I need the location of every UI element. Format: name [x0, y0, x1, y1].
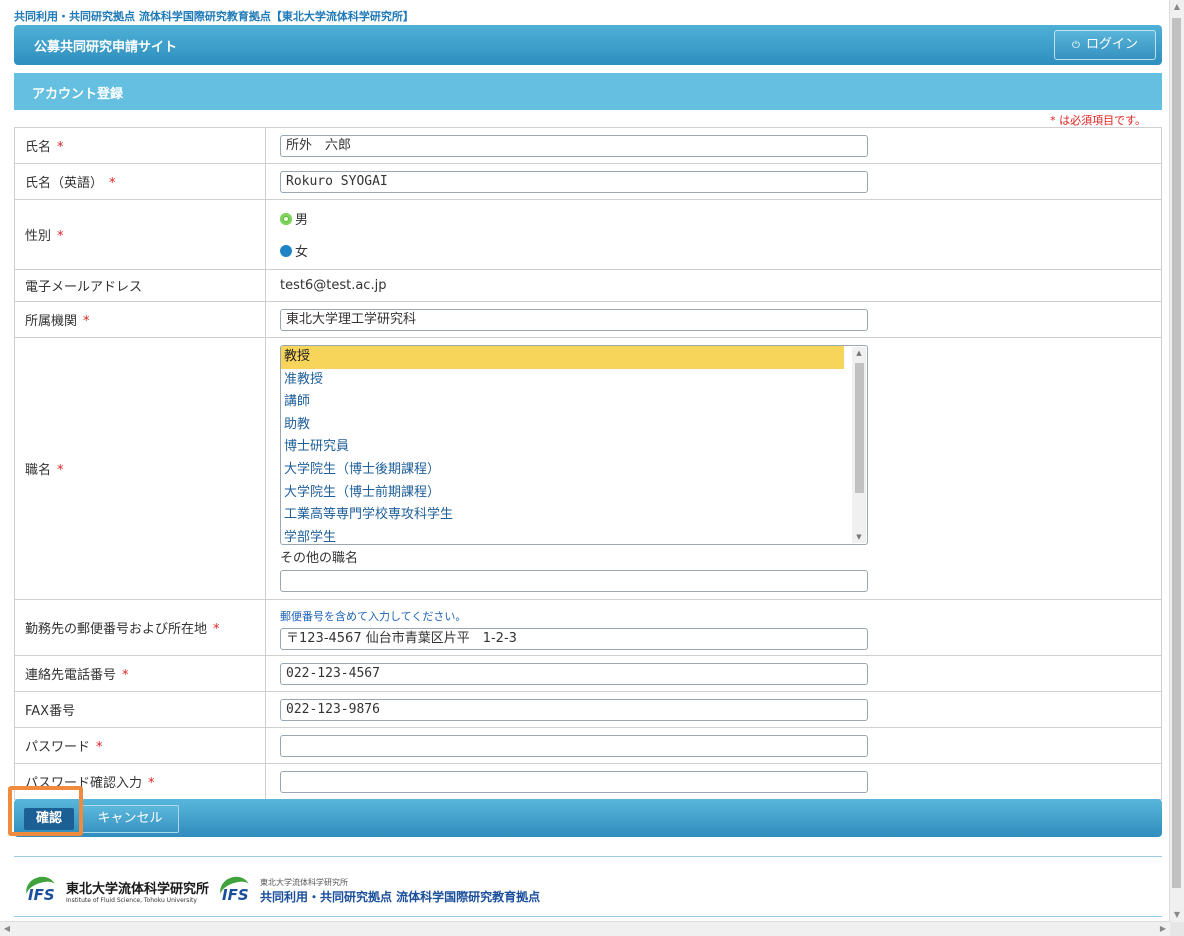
- name-input[interactable]: 所外 六郎: [280, 134, 868, 157]
- position-options: 教授 准教授 講師 助教 博士研究員 大学院生（博士後期課程） 大学院生（博士前期課程） 工業…: [281, 346, 867, 544]
- row-gender: 性別 * 男 女: [14, 199, 1162, 270]
- required-mark: *: [83, 314, 90, 329]
- scroll-down-icon[interactable]: ▼: [1170, 908, 1184, 922]
- position-option[interactable]: 助教: [281, 414, 844, 437]
- phone-label: 連絡先電話番号: [25, 668, 117, 683]
- row-position: 職名 * 教授 准教授 講師 助教 博士研究員 大学院生（博士後期課程） 大学院生（博士前期課…: [14, 337, 1162, 600]
- required-mark: *: [109, 176, 116, 191]
- position-option[interactable]: 講師: [281, 391, 844, 414]
- password-input[interactable]: [280, 734, 868, 757]
- position-option[interactable]: 教授: [281, 346, 844, 369]
- scroll-up-icon[interactable]: ▲: [852, 347, 866, 359]
- scroll-up-icon[interactable]: ▲: [1170, 0, 1184, 14]
- section-header: アカウント登録: [14, 73, 1162, 110]
- radio-female[interactable]: [280, 244, 292, 257]
- scroll-left-icon[interactable]: ◀: [0, 922, 14, 936]
- position-option[interactable]: 学部学生: [281, 527, 844, 544]
- name-en-input[interactable]: Rokuro SYOGAI: [280, 170, 868, 193]
- required-mark: *: [213, 622, 220, 637]
- joint-logo-small: 東北大学流体科学研究所: [260, 878, 348, 887]
- ifs-logo-name: 東北大学流体科学研究所: [66, 882, 210, 897]
- required-note: * は必須項目です。: [1050, 114, 1146, 127]
- row-password-confirm: パスワード確認入力 *: [14, 763, 1162, 800]
- position-option[interactable]: 大学院生（博士後期課程）: [281, 459, 844, 482]
- address-input[interactable]: 〒123-4567 仙台市青葉区片平 1-2-3: [280, 627, 868, 650]
- gender-female-label: 女: [295, 245, 309, 260]
- site-header: 公募共同研究申請サイト ⏻ ログイン: [14, 25, 1162, 65]
- required-mark: *: [148, 776, 155, 791]
- row-name-en: 氏名（英語） * Rokuro SYOGAI: [14, 163, 1162, 200]
- ifs-logo-subtitle: Institute of Fluid Science, Tohoku Unive…: [66, 897, 197, 904]
- other-position-input[interactable]: [280, 570, 868, 592]
- scroll-down-icon[interactable]: ▼: [852, 531, 866, 543]
- row-address: 勤務先の郵便番号および所在地 * 郵便番号を含めて入力してください。 〒123-4…: [14, 599, 1162, 656]
- required-mark: *: [57, 140, 64, 155]
- row-password: パスワード *: [14, 727, 1162, 764]
- required-mark: *: [57, 229, 64, 244]
- listbox-scrollbar[interactable]: ▲ ▼: [852, 347, 866, 543]
- row-affiliation: 所属機関 * 東北大学理工学研究科: [14, 301, 1162, 338]
- address-hint: 郵便番号を含めて入力してください。: [280, 609, 467, 623]
- name-label: 氏名: [25, 140, 52, 155]
- required-mark: *: [57, 463, 64, 478]
- radio-male[interactable]: [280, 212, 292, 225]
- gender-female-option[interactable]: 女: [280, 239, 1147, 263]
- confirm-highlight: [8, 786, 83, 836]
- listbox-scroll-thumb[interactable]: [855, 363, 864, 493]
- position-option[interactable]: 博士研究員: [281, 436, 844, 459]
- ifs-logo-mark: IFS: [22, 872, 62, 908]
- required-mark: *: [96, 740, 103, 755]
- password-confirm-input[interactable]: [280, 770, 868, 793]
- position-option[interactable]: 准教授: [281, 369, 844, 392]
- joint-logo-name: 共同利用・共同研究拠点 流体科学国際研究教育拠点: [260, 890, 541, 904]
- site-header-title: 公募共同研究申請サイト: [34, 40, 178, 55]
- row-fax: FAX番号 022-123-9876: [14, 691, 1162, 728]
- position-option[interactable]: 大学院生（博士前期課程）: [281, 482, 844, 505]
- section-title: アカウント登録: [32, 87, 124, 102]
- fax-label: FAX番号: [25, 704, 76, 719]
- email-label: 電子メールアドレス: [25, 280, 143, 295]
- cancel-button[interactable]: キャンセル: [81, 805, 179, 833]
- page: 共同利用・共同研究拠点 流体科学国際研究教育拠点【東北大学流体科学研究所】 公募…: [0, 0, 1171, 922]
- footer-divider: [14, 856, 1162, 857]
- other-position-label: その他の職名: [280, 551, 359, 566]
- page-vertical-scrollbar[interactable]: ▲ ▼: [1169, 0, 1184, 922]
- fax-input[interactable]: 022-123-9876: [280, 698, 868, 721]
- ifs-logo[interactable]: IFS 東北大学流体科学研究所 Institute of Fluid Scien…: [22, 872, 210, 908]
- ifs-logo-mark-2: IFS: [216, 872, 256, 908]
- login-button[interactable]: ⏻ ログイン: [1054, 30, 1156, 60]
- gender-male-label: 男: [295, 213, 309, 228]
- gender-label: 性別: [25, 229, 52, 244]
- scroll-right-icon[interactable]: ▶: [1156, 922, 1170, 936]
- page-scroll-thumb[interactable]: [1172, 18, 1181, 888]
- registration-form: 氏名 * 所外 六郎 氏名（英語） * Rokuro SYOGAI 性別 * 男 女 …: [14, 127, 1162, 800]
- gender-male-option[interactable]: 男: [280, 207, 1147, 231]
- position-option[interactable]: 工業高等専門学校専攻科学生: [281, 504, 844, 527]
- action-bar: 確認 キャンセル: [14, 799, 1162, 837]
- required-mark: *: [122, 668, 129, 683]
- email-value: test6@test.ac.jp: [280, 278, 387, 293]
- affiliation-label: 所属機関: [25, 314, 78, 329]
- row-email: 電子メールアドレス test6@test.ac.jp: [14, 269, 1162, 302]
- row-phone: 連絡先電話番号 * 022-123-4567: [14, 655, 1162, 692]
- row-name: 氏名 * 所外 六郎: [14, 127, 1162, 164]
- scrollbar-corner: [1170, 922, 1184, 936]
- page-horizontal-scrollbar[interactable]: ◀ ▶: [0, 921, 1170, 936]
- position-listbox[interactable]: 教授 准教授 講師 助教 博士研究員 大学院生（博士後期課程） 大学院生（博士前期課程） 工業…: [280, 345, 868, 545]
- phone-input[interactable]: 022-123-4567: [280, 662, 868, 685]
- joint-research-logo[interactable]: IFS 東北大学流体科学研究所 共同利用・共同研究拠点 流体科学国際研究教育拠点: [216, 872, 541, 908]
- name-en-label: 氏名（英語）: [25, 176, 104, 191]
- login-label: ログイン: [1085, 37, 1138, 52]
- password-label: パスワード: [25, 740, 91, 755]
- address-label: 勤務先の郵便番号および所在地: [25, 622, 208, 637]
- affiliation-input[interactable]: 東北大学理工学研究科: [280, 308, 868, 331]
- position-label: 職名: [25, 463, 52, 478]
- power-icon: ⏻: [1072, 40, 1080, 51]
- footer-divider-bottom: [14, 916, 1162, 917]
- site-top-title[interactable]: 共同利用・共同研究拠点 流体科学国際研究教育拠点【東北大学流体科学研究所】: [14, 8, 414, 24]
